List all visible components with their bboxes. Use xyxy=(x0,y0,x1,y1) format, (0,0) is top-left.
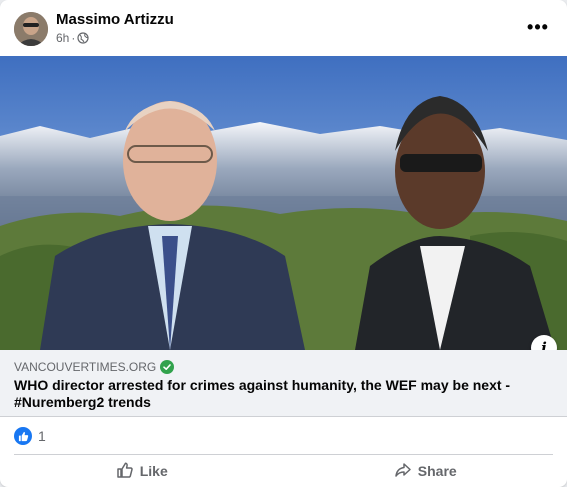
globe-icon[interactable] xyxy=(77,32,89,44)
reactions-summary[interactable]: 1 xyxy=(14,426,46,446)
thumbs-up-outline-icon xyxy=(116,461,134,482)
link-preview[interactable]: VANCOUVERTIMES.ORG WHO director arrested… xyxy=(0,350,567,417)
like-label: Like xyxy=(139,463,168,479)
link-headline: WHO director arrested for crimes against… xyxy=(14,377,511,410)
meta-separator: · xyxy=(71,31,76,45)
author-name[interactable]: Massimo Artizzu xyxy=(56,11,174,28)
reaction-count: 1 xyxy=(38,428,46,444)
action-bar: Like Share xyxy=(0,455,567,487)
more-dots-icon: ••• xyxy=(527,16,549,37)
share-icon xyxy=(394,461,412,482)
thumbs-up-icon xyxy=(14,427,32,445)
post-timestamp[interactable]: 6h xyxy=(56,31,69,45)
more-options-button[interactable]: ••• xyxy=(523,12,553,42)
like-button[interactable]: Like xyxy=(0,455,284,487)
share-button[interactable]: Share xyxy=(284,455,567,487)
post-card: Massimo Artizzu 6h · ••• i VANCOUVERTIME… xyxy=(0,0,567,487)
verified-check-icon xyxy=(160,360,175,374)
link-domain-row: VANCOUVERTIMES.ORG xyxy=(14,360,175,374)
post-photo[interactable] xyxy=(0,56,567,350)
link-domain: VANCOUVERTIMES.ORG xyxy=(14,360,157,374)
post-header: Massimo Artizzu 6h · ••• xyxy=(0,0,567,56)
post-meta: 6h · xyxy=(56,31,89,45)
avatar[interactable] xyxy=(14,12,48,46)
share-label: Share xyxy=(417,463,457,479)
